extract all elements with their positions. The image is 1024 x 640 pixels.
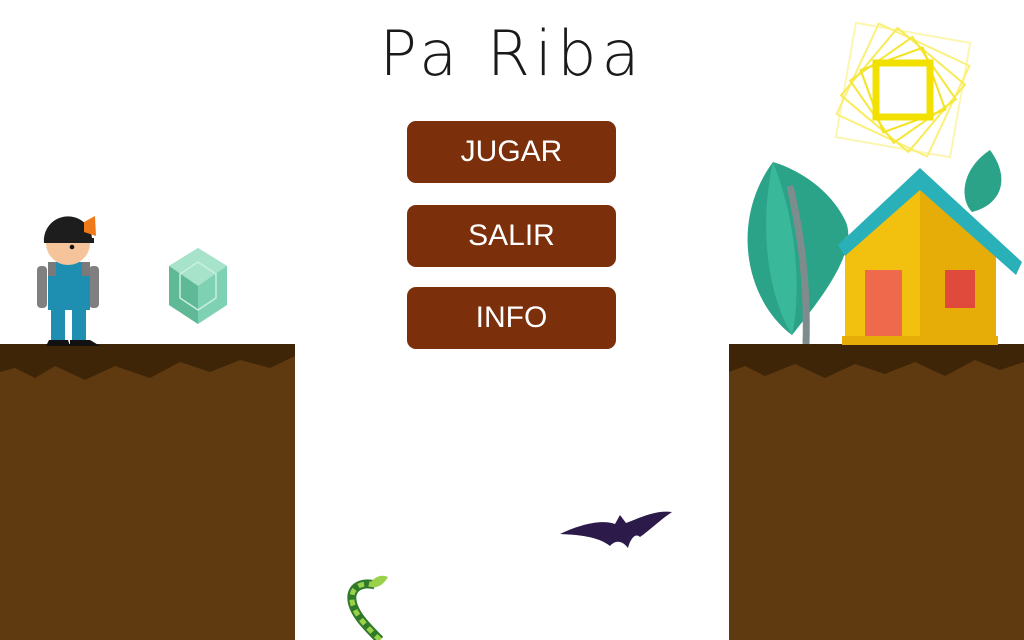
- game-stage: Pa Riba JUGAR SALIR INFO: [0, 0, 1024, 640]
- house-icon: [838, 150, 1022, 345]
- bat-enemy: [560, 511, 672, 548]
- miner-character: [37, 216, 100, 346]
- gem-icon: [169, 248, 227, 324]
- left-cliff: [0, 344, 295, 640]
- vine-sprout: [347, 575, 388, 640]
- exit-button[interactable]: SALIR: [407, 205, 616, 267]
- right-cliff: [729, 344, 1024, 640]
- play-button[interactable]: JUGAR: [407, 121, 616, 183]
- game-title: Pa Riba: [379, 17, 645, 90]
- tree-leaf: [747, 162, 849, 345]
- info-button[interactable]: INFO: [407, 287, 616, 349]
